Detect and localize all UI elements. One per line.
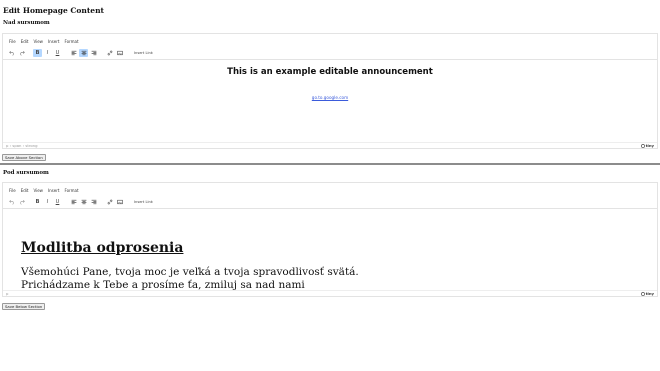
align-left-icon bbox=[71, 50, 76, 55]
undo-icon bbox=[8, 199, 14, 205]
link-icon bbox=[107, 50, 112, 55]
element-path[interactable]: p › span › strong bbox=[6, 143, 37, 148]
element-path[interactable]: p bbox=[6, 291, 8, 296]
underline-button[interactable]: U bbox=[53, 198, 62, 206]
redo-icon bbox=[19, 50, 25, 56]
redo-icon bbox=[19, 199, 25, 205]
prayer-heading: Modlitba odprosenia bbox=[21, 240, 184, 256]
redo-button[interactable] bbox=[17, 49, 26, 57]
bold-button[interactable]: B bbox=[33, 198, 42, 206]
insert-link-button[interactable]: Insert Link bbox=[131, 198, 156, 206]
menubar: File Edit View Insert Format bbox=[9, 37, 79, 45]
bold-button[interactable]: B bbox=[33, 48, 42, 57]
menu-view[interactable]: View bbox=[33, 39, 43, 44]
editor-below: File Edit View Insert Format B I U Inser… bbox=[2, 182, 658, 297]
insert-link-button[interactable]: Insert Link bbox=[131, 49, 156, 57]
statusbar-above: p › span › strong tiny bbox=[3, 142, 657, 148]
align-right-icon bbox=[91, 50, 96, 55]
menu-insert[interactable]: Insert bbox=[48, 39, 59, 44]
editor-content-above[interactable]: This is an example editable announcement… bbox=[3, 61, 657, 141]
toolbar: B I U Insert Link bbox=[7, 196, 157, 207]
menu-insert[interactable]: Insert bbox=[48, 188, 59, 193]
menubar: File Edit View Insert Format bbox=[9, 186, 79, 194]
align-center-icon bbox=[81, 50, 86, 55]
editor-above: File Edit View Insert Format B I U Inser… bbox=[2, 33, 658, 149]
align-left-icon bbox=[71, 199, 76, 204]
save-above-button[interactable]: Save Above Section bbox=[2, 154, 46, 161]
menu-edit[interactable]: Edit bbox=[21, 188, 29, 193]
save-below-button[interactable]: Save Below Section bbox=[2, 303, 46, 310]
image-button[interactable] bbox=[115, 198, 124, 206]
menu-view[interactable]: View bbox=[33, 188, 43, 193]
align-right-icon bbox=[91, 199, 96, 204]
align-center-button[interactable] bbox=[79, 198, 88, 206]
underline-icon: U bbox=[55, 198, 60, 205]
undo-button[interactable] bbox=[7, 49, 16, 57]
italic-button[interactable]: I bbox=[43, 49, 52, 57]
section-title-above: Nad sursumom bbox=[3, 20, 50, 26]
italic-icon: I bbox=[46, 49, 49, 56]
align-center-icon bbox=[81, 199, 86, 204]
section-divider bbox=[0, 163, 660, 165]
editor-header: File Edit View Insert Format B I U Inser… bbox=[3, 183, 657, 209]
editor-header: File Edit View Insert Format B I U Inser… bbox=[3, 34, 657, 60]
italic-icon: I bbox=[46, 198, 49, 205]
tiny-brand[interactable]: tiny bbox=[640, 291, 654, 296]
link-icon bbox=[107, 199, 112, 204]
prayer-line-2: Prichádzame k Tebe a prosíme ťa, zmiluj … bbox=[21, 279, 305, 290]
tiny-brand-label: tiny bbox=[645, 143, 654, 148]
menu-file[interactable]: File bbox=[9, 188, 16, 193]
tiny-logo-icon bbox=[640, 291, 645, 296]
editor-content-below[interactable]: Modlitba odprosenia Všemohúci Pane, tvoj… bbox=[3, 210, 657, 290]
underline-button[interactable]: U bbox=[53, 49, 62, 57]
page-title: Edit Homepage Content bbox=[3, 6, 104, 15]
image-icon bbox=[116, 199, 123, 204]
prayer-line-1: Všemohúci Pane, tvoja moc je veľká a tvo… bbox=[21, 266, 359, 278]
announcement-title: This is an example editable announcement bbox=[227, 67, 433, 77]
tiny-brand-label: tiny bbox=[645, 291, 654, 296]
tiny-brand[interactable]: tiny bbox=[640, 143, 654, 148]
align-left-button[interactable] bbox=[69, 198, 78, 206]
menu-format[interactable]: Format bbox=[64, 188, 78, 193]
italic-button[interactable]: I bbox=[43, 198, 52, 206]
menu-format[interactable]: Format bbox=[64, 39, 78, 44]
link-button[interactable] bbox=[105, 198, 114, 206]
align-right-button[interactable] bbox=[89, 198, 98, 206]
section-title-below: Pod sursumom bbox=[3, 170, 49, 176]
underline-icon: U bbox=[55, 49, 60, 56]
align-left-button[interactable] bbox=[69, 49, 78, 57]
redo-button[interactable] bbox=[17, 198, 26, 206]
toolbar: B I U Insert Link bbox=[7, 47, 157, 58]
menu-edit[interactable]: Edit bbox=[21, 39, 29, 44]
announcement-link[interactable]: go.to.google.com bbox=[3, 95, 657, 100]
link-button[interactable] bbox=[105, 49, 114, 57]
undo-icon bbox=[8, 50, 14, 56]
bold-icon: B bbox=[35, 49, 40, 56]
align-right-button[interactable] bbox=[89, 49, 98, 57]
image-icon bbox=[116, 50, 123, 55]
menu-file[interactable]: File bbox=[9, 39, 16, 44]
bold-icon: B bbox=[35, 198, 40, 205]
tiny-logo-icon bbox=[640, 143, 645, 148]
undo-button[interactable] bbox=[7, 198, 16, 206]
image-button[interactable] bbox=[115, 49, 124, 57]
align-center-button[interactable] bbox=[79, 48, 88, 57]
statusbar-below: p tiny bbox=[3, 290, 657, 296]
